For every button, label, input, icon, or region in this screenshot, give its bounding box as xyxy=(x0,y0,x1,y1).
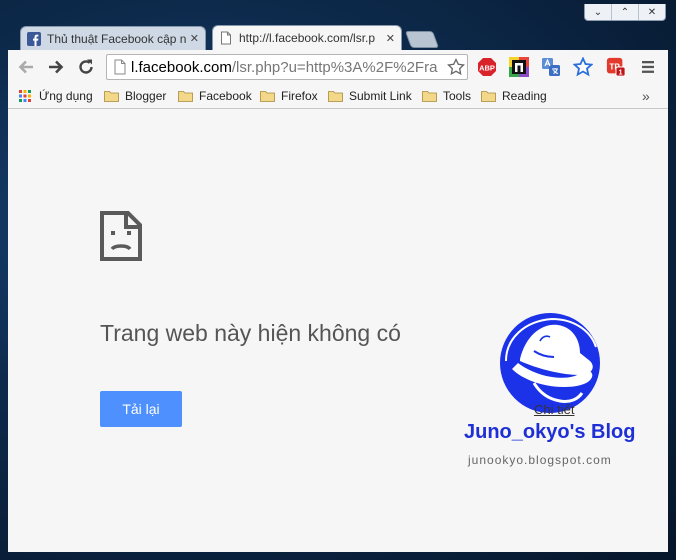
page-content: Trang web này hiện không có Tải lại Chi … xyxy=(8,109,668,552)
folder-icon xyxy=(481,91,496,102)
minimize-button[interactable]: ⌄ xyxy=(585,4,611,20)
sad-page-icon xyxy=(100,211,142,261)
window-controls: ⌄ ⌃ ✕ xyxy=(584,4,666,21)
tab-facebook-redirect[interactable]: http://l.facebook.com/lsr.p ✕ xyxy=(212,25,402,50)
address-text: l.facebook.com/lsr.php?u=http%3A%2F%2Fra xyxy=(131,59,445,76)
bookmarks-bar: Ứng dụng Blogger Facebook Firefox Submit… xyxy=(8,84,668,109)
apps-grid-icon xyxy=(19,90,31,102)
tab-title: Thủ thuật Facebook cập nh xyxy=(47,31,186,46)
bookmark-label: Ứng dụng xyxy=(39,89,93,103)
bookmark-folder-reading[interactable]: Reading xyxy=(481,87,547,105)
bookmark-folder-blogger[interactable]: Blogger xyxy=(104,87,166,105)
reload-button[interactable] xyxy=(74,55,98,79)
bookmarks-overflow-button[interactable]: » xyxy=(642,87,650,105)
toolbar: l.facebook.com/lsr.php?u=http%3A%2F%2Fra… xyxy=(8,50,668,84)
bookmark-folder-firefox[interactable]: Firefox xyxy=(260,87,318,105)
bookmark-star-icon[interactable] xyxy=(445,58,467,76)
bookmark-folder-submit-link[interactable]: Submit Link xyxy=(328,87,412,105)
address-domain: l.facebook.com xyxy=(131,58,232,76)
page-icon xyxy=(114,59,126,75)
fedora-hat-logo xyxy=(500,313,600,413)
address-path: /lsr.php?u=http%3A%2F%2Fra xyxy=(231,58,438,76)
adblock-label: ABP xyxy=(479,64,495,73)
back-button[interactable] xyxy=(14,55,38,79)
reload-icon xyxy=(79,59,93,74)
forward-arrow-icon xyxy=(49,60,64,74)
bookmark-label: Firefox xyxy=(281,89,318,103)
address-bar[interactable]: l.facebook.com/lsr.php?u=http%3A%2F%2Fra xyxy=(106,54,468,80)
menu-icon[interactable] xyxy=(638,57,658,77)
tab-strip: Thủ thuật Facebook cập nh ✕ http://l.fac… xyxy=(8,22,668,50)
browser-window: ⌄ ⌃ ✕ Thủ thuật Facebook cập nh ✕ http:/… xyxy=(8,0,668,552)
back-arrow-icon xyxy=(18,60,33,74)
star-extension-icon[interactable] xyxy=(573,57,593,77)
bookmark-label: Blogger xyxy=(125,89,167,103)
folder-icon xyxy=(104,91,119,102)
bookmark-folder-tools[interactable]: Tools xyxy=(422,87,471,105)
watermark-title: Juno_okyo's Blog xyxy=(464,421,636,443)
colorful-n-extension-icon[interactable] xyxy=(509,57,529,77)
tab-facebook-tips[interactable]: Thủ thuật Facebook cập nh ✕ xyxy=(20,26,206,50)
folder-icon xyxy=(422,91,437,102)
translate-icon[interactable] xyxy=(541,57,561,77)
facebook-icon xyxy=(27,31,41,46)
bookmark-label: Reading xyxy=(502,89,547,103)
maximize-button[interactable]: ⌃ xyxy=(611,4,638,20)
details-link[interactable]: Chi tiết xyxy=(534,402,574,417)
bookmark-apps[interactable]: Ứng dụng xyxy=(18,87,93,105)
error-title: Trang web này hiện không có xyxy=(100,320,401,346)
folder-icon xyxy=(178,91,193,102)
bookmark-label: Tools xyxy=(443,89,472,103)
bookmark-label: Facebook xyxy=(199,89,252,103)
close-tab-icon[interactable]: ✕ xyxy=(386,32,395,45)
adblock-plus-icon[interactable]: ABP xyxy=(477,57,497,77)
new-tab-button[interactable] xyxy=(404,31,440,48)
tp-badge: 1 xyxy=(619,68,623,77)
close-window-button[interactable]: ✕ xyxy=(638,4,665,20)
folder-icon xyxy=(260,91,275,102)
bookmark-label: Submit Link xyxy=(349,89,412,103)
forward-button[interactable] xyxy=(44,55,68,79)
page-icon xyxy=(221,31,231,45)
tp-extension-icon[interactable]: TP 1 xyxy=(606,57,626,77)
watermark-url: junookyo.blogspot.com xyxy=(468,453,612,467)
close-tab-icon[interactable]: ✕ xyxy=(190,32,199,45)
reload-page-button[interactable]: Tải lại xyxy=(100,391,182,427)
bookmark-folder-facebook[interactable]: Facebook xyxy=(178,87,252,105)
folder-icon xyxy=(328,91,343,102)
tab-title: http://l.facebook.com/lsr.p xyxy=(239,31,376,45)
